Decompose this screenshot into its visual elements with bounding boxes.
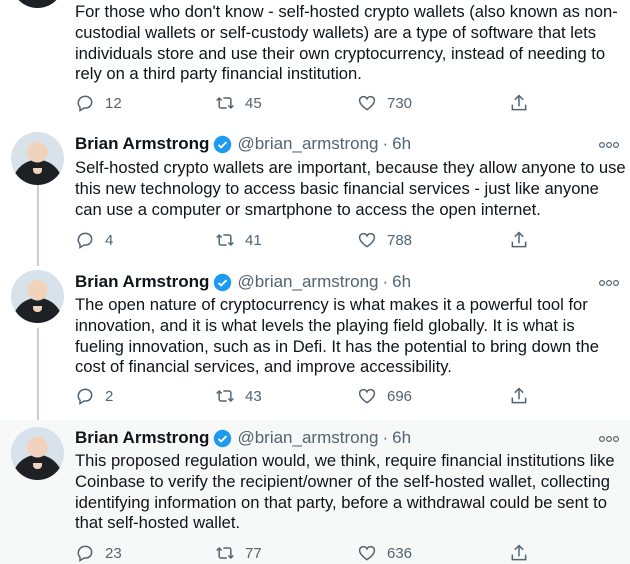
reply-icon — [77, 232, 93, 249]
reply-button[interactable]: 23 — [75, 542, 122, 564]
like-count: 788 — [387, 231, 413, 249]
retweet-count: 43 — [245, 387, 262, 405]
avatar[interactable] — [11, 132, 64, 185]
tweet-text: This proposed regulation would, we think… — [75, 451, 615, 533]
separator: · — [382, 272, 389, 291]
tweet-text: The open nature of cryptocurrency is wha… — [75, 295, 599, 377]
reply-count: 4 — [105, 231, 114, 249]
like-button[interactable]: 788 — [357, 229, 412, 251]
timestamp[interactable]: 6h — [392, 428, 411, 448]
more-icon[interactable] — [598, 138, 620, 152]
tweet-header: Brian Armstrong @brian_armstrong · 6h — [75, 133, 411, 155]
tweet-actions: 4 41 788 — [75, 229, 535, 251]
author-name[interactable]: Brian Armstrong — [75, 134, 209, 154]
share-button[interactable] — [509, 229, 529, 251]
reply-button[interactable]: 12 — [75, 92, 122, 114]
tweet-actions: 12 45 730 — [75, 92, 535, 114]
verified-badge-icon — [214, 135, 232, 153]
avatar[interactable] — [11, 0, 64, 8]
like-button[interactable]: 636 — [357, 542, 412, 564]
like-count: 636 — [387, 544, 413, 562]
retweet-icon — [216, 233, 234, 247]
retweet-button[interactable]: 45 — [215, 92, 262, 114]
retweet-count: 45 — [245, 94, 262, 112]
timestamp[interactable]: 6h — [392, 272, 411, 292]
retweet-button[interactable]: 77 — [215, 542, 262, 564]
tweet[interactable]: Brian Armstrong @brian_armstrong · 6h Th… — [0, 420, 630, 564]
share-button[interactable] — [509, 92, 529, 114]
retweet-icon — [216, 546, 234, 560]
retweet-count: 41 — [245, 231, 262, 249]
avatar[interactable] — [11, 427, 64, 480]
reply-icon — [77, 545, 93, 562]
share-icon — [511, 544, 527, 561]
reply-button[interactable]: 2 — [75, 385, 113, 407]
tweet[interactable]: For those who don't know - self-hosted c… — [0, 0, 630, 120]
reply-count: 2 — [105, 387, 114, 405]
tweet-header: Brian Armstrong @brian_armstrong · 6h — [75, 427, 411, 449]
share-icon — [511, 231, 527, 248]
tweet-text: For those who don't know - self-hosted c… — [75, 2, 618, 84]
heart-icon — [358, 388, 376, 404]
reply-button[interactable]: 4 — [75, 229, 113, 251]
tweet-text: Self-hosted crypto wallets are important… — [75, 158, 626, 219]
retweet-count: 77 — [245, 544, 262, 562]
author-handle[interactable]: @brian_armstrong — [237, 134, 378, 154]
retweet-button[interactable]: 43 — [215, 385, 262, 407]
retweet-icon — [216, 96, 234, 110]
tweet[interactable]: Brian Armstrong @brian_armstrong · 6h Th… — [0, 264, 630, 420]
heart-icon — [358, 232, 376, 248]
share-icon — [511, 94, 527, 111]
reply-count: 23 — [105, 544, 122, 562]
heart-icon — [358, 545, 376, 561]
retweet-icon — [216, 389, 234, 403]
avatar[interactable] — [11, 270, 64, 323]
more-icon[interactable] — [598, 432, 620, 446]
separator: · — [382, 134, 389, 153]
tweet-actions: 2 43 696 — [75, 385, 535, 407]
separator: · — [382, 428, 389, 447]
share-button[interactable] — [509, 542, 529, 564]
tweet-actions: 23 77 636 — [75, 542, 535, 564]
reply-icon — [77, 388, 93, 405]
author-handle[interactable]: @brian_armstrong — [237, 272, 378, 292]
share-button[interactable] — [509, 385, 529, 407]
like-count: 730 — [387, 94, 413, 112]
share-icon — [511, 387, 527, 404]
reply-icon — [77, 95, 93, 112]
more-icon[interactable] — [598, 276, 620, 290]
author-name[interactable]: Brian Armstrong — [75, 428, 209, 448]
like-count: 696 — [387, 387, 413, 405]
verified-badge-icon — [214, 273, 232, 291]
verified-badge-icon — [214, 429, 232, 447]
tweet-header: Brian Armstrong @brian_armstrong · 6h — [75, 271, 411, 293]
like-button[interactable]: 730 — [357, 92, 412, 114]
like-button[interactable]: 696 — [357, 385, 412, 407]
author-name[interactable]: Brian Armstrong — [75, 272, 209, 292]
reply-count: 12 — [105, 94, 122, 112]
tweet[interactable]: Brian Armstrong @brian_armstrong · 6h Se… — [0, 120, 630, 264]
timestamp[interactable]: 6h — [392, 134, 411, 154]
heart-icon — [358, 95, 376, 111]
retweet-button[interactable]: 41 — [215, 229, 262, 251]
author-handle[interactable]: @brian_armstrong — [237, 428, 378, 448]
